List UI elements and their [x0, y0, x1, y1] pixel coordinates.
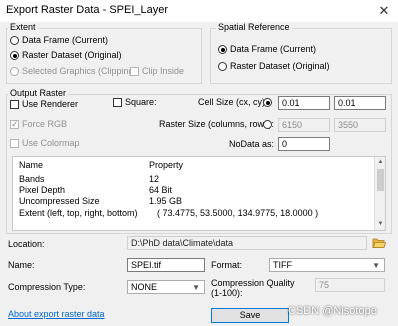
properties-header-name: Name [19, 160, 44, 170]
extent-label-raster-dataset: Raster Dataset (Original) [22, 50, 122, 60]
extent-radio-raster-dataset[interactable] [10, 51, 19, 60]
open-folder-icon[interactable] [372, 236, 386, 249]
square-label: Square: [125, 97, 157, 107]
property-value: ( 73.4775, 53.5000, 134.9775, 18.0000 ) [157, 208, 319, 218]
raster-size-label: Raster Size (columns, rows): [159, 119, 275, 129]
chevron-down-icon: ▼ [192, 283, 200, 292]
raster-rows-field[interactable]: 3550 [334, 118, 386, 132]
spatial-ref-radio-data-frame[interactable] [218, 45, 227, 54]
properties-list[interactable]: Name Property Bands 12 Pixel Depth 64 Bi… [12, 156, 386, 231]
spatial-reference-group [210, 28, 392, 84]
watermark: CSDN @Nisotope [288, 305, 377, 317]
format-label: Format: [211, 260, 243, 270]
properties-header-property: Property [149, 160, 184, 170]
spatial-ref-label-data-frame: Data Frame (Current) [230, 44, 317, 54]
force-rgb-checkbox[interactable] [10, 119, 19, 130]
use-colormap-checkbox[interactable] [10, 139, 19, 148]
chevron-down-icon: ▼ [372, 261, 380, 270]
scroll-up-icon[interactable]: ▲ [375, 157, 385, 168]
property-name: Extent (left, top, right, bottom) [19, 208, 138, 218]
clip-inside-label: Clip Inside [142, 66, 185, 76]
cell-size-label: Cell Size (cx, cy): [198, 97, 268, 107]
property-value: 12 [149, 174, 160, 184]
about-export-link[interactable]: About export raster data [8, 309, 105, 319]
clip-inside-checkbox[interactable] [130, 67, 139, 76]
extent-radio-data-frame[interactable] [10, 36, 19, 45]
extent-group-title: Extent [8, 22, 38, 32]
property-name: Pixel Depth [19, 185, 66, 195]
property-name: Bands [19, 174, 45, 184]
nodata-label: NoData as: [229, 139, 275, 149]
location-field[interactable]: D:\PhD data\Climate\data [127, 236, 367, 250]
cell-size-y-field[interactable]: 0.01 [334, 96, 386, 110]
extent-label-selected-graphics: Selected Graphics (Clipping) [22, 66, 137, 76]
properties-scrollbar[interactable]: ▲ ▼ [374, 157, 385, 230]
location-label: Location: [8, 239, 45, 249]
use-colormap-label: Use Colormap [22, 138, 80, 148]
title-bar: Export Raster Data - SPEI_Layer ✕ [0, 0, 398, 22]
close-icon[interactable]: ✕ [374, 1, 394, 21]
compression-type-value: NONE [131, 282, 158, 292]
extent-label-data-frame: Data Frame (Current) [22, 35, 109, 45]
compression-quality-label: Compression Quality (1-100): [211, 278, 295, 298]
property-value: 1.95 GB [149, 196, 183, 206]
spatial-ref-label-raster-dataset: Raster Dataset (Original) [230, 61, 330, 71]
force-rgb-label: Force RGB [22, 119, 68, 129]
cell-size-x-field[interactable]: 0.01 [278, 96, 330, 110]
scroll-down-icon[interactable]: ▼ [375, 219, 385, 230]
raster-columns-field[interactable]: 6150 [278, 118, 330, 132]
compression-quality-field[interactable]: 75 [315, 278, 385, 292]
save-button[interactable]: Save [211, 308, 289, 323]
cell-size-radio[interactable] [263, 98, 272, 107]
name-label: Name: [8, 260, 35, 270]
property-name: Uncompressed Size [19, 196, 100, 206]
scrollbar-thumb[interactable] [377, 169, 384, 191]
property-value: 64 Bit [149, 185, 173, 195]
extent-radio-selected-graphics[interactable] [10, 67, 19, 76]
window-title: Export Raster Data - SPEI_Layer [6, 4, 169, 16]
compression-type-label: Compression Type: [8, 282, 86, 292]
spatial-reference-group-title: Spatial Reference [216, 22, 292, 32]
raster-size-radio[interactable] [263, 120, 272, 129]
output-raster-group-title: Output Raster [8, 88, 69, 98]
name-field[interactable]: SPEI.tif [127, 258, 205, 272]
use-renderer-label: Use Renderer [22, 99, 79, 109]
spatial-ref-radio-raster-dataset[interactable] [218, 62, 227, 71]
format-dropdown[interactable]: TIFF ▼ [269, 258, 385, 272]
use-renderer-checkbox[interactable] [10, 100, 19, 109]
format-value: TIFF [273, 260, 292, 270]
nodata-field[interactable]: 0 [278, 137, 330, 151]
square-checkbox[interactable] [113, 98, 122, 107]
compression-type-dropdown[interactable]: NONE ▼ [127, 280, 205, 294]
